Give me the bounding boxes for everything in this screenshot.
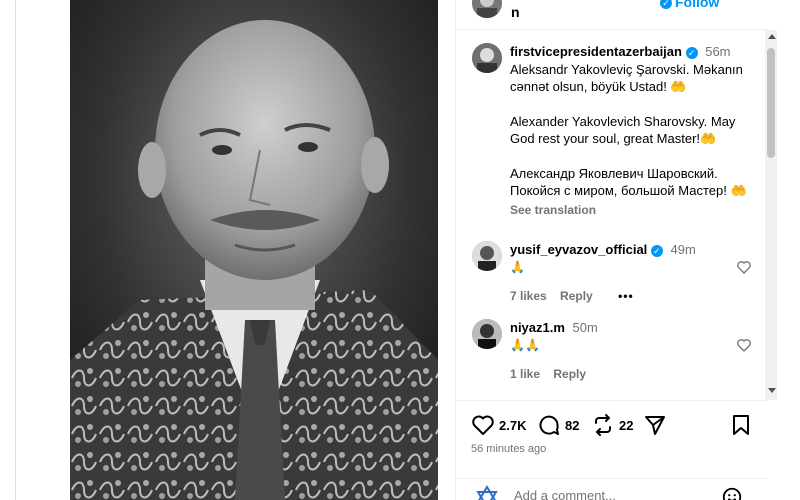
scroll-down-arrow-icon[interactable]: [768, 388, 776, 393]
commenter-avatar-icon: [476, 485, 498, 500]
comments-scrollbar[interactable]: [765, 30, 777, 400]
caption-text-ru: Александр Яковлевич Шаровский. Покойся с…: [510, 165, 747, 199]
share-send-icon[interactable]: [643, 413, 667, 437]
verified-badge-icon: ✓: [660, 0, 672, 9]
add-comment-bar: Add a comment...: [455, 478, 768, 500]
post-options-button[interactable]: •••: [731, 0, 751, 8]
comment-username[interactable]: yusif_eyvazov_official: [510, 242, 647, 257]
repost-count[interactable]: 22: [619, 418, 633, 433]
comment-time[interactable]: 50m: [573, 320, 598, 335]
like-comment-heart-icon[interactable]: [736, 337, 752, 353]
comment-bubble-icon[interactable]: [537, 413, 561, 437]
post-time-ago[interactable]: 56 minutes ago: [471, 443, 546, 455]
see-translation-link[interactable]: See translation: [510, 202, 750, 220]
comment-body: niyaz1.m 50m 🙏🙏 1 like Reply: [510, 319, 750, 384]
commenter-avatar-image: [472, 241, 502, 271]
comment-time[interactable]: 49m: [671, 242, 696, 257]
comment-likes[interactable]: 7 likes: [510, 289, 547, 303]
comment-body: yusif_eyvazov_official ✓ 49m 🙏 7 likes R…: [510, 241, 750, 306]
scroll-up-arrow-icon[interactable]: [768, 34, 776, 39]
post-header: n ✓ Follow •••: [456, 0, 769, 30]
caption-author-avatar-image: [472, 43, 502, 73]
caption-username[interactable]: firstvicepresidentazerbaijan: [510, 44, 682, 59]
post-actions-bar: 2.7K 82 22 56 minutes ago: [455, 400, 768, 465]
comments-list[interactable]: firstvicepresidentazerbaijan ✓ 56m Aleks…: [456, 31, 769, 401]
caption-time[interactable]: 56m: [705, 44, 730, 59]
portrait-image: [70, 0, 438, 500]
reply-button[interactable]: Reply: [560, 289, 593, 303]
commenter-avatar[interactable]: [472, 319, 502, 349]
reply-button[interactable]: Reply: [553, 367, 586, 381]
commenter-avatar-image: [472, 319, 502, 349]
comment-options-button[interactable]: •••: [618, 289, 634, 303]
save-bookmark-icon[interactable]: [729, 413, 753, 437]
post-photo[interactable]: [70, 0, 438, 500]
like-count[interactable]: 2.7K: [499, 418, 526, 433]
follow-button[interactable]: Follow: [675, 0, 719, 10]
scrollbar-thumb[interactable]: [767, 48, 775, 158]
verified-badge-icon: ✓: [685, 46, 698, 59]
add-comment-input[interactable]: Add a comment...: [514, 488, 616, 500]
author-avatar-image: [472, 0, 502, 18]
comment-text: 🙏: [510, 259, 525, 274]
verified-badge-icon: ✓: [650, 244, 663, 257]
comment-username[interactable]: niyaz1.m: [510, 320, 565, 335]
like-heart-icon[interactable]: [471, 413, 495, 437]
author-username-trail[interactable]: n: [511, 4, 520, 20]
emoji-picker-icon[interactable]: [721, 486, 743, 500]
page-left-margin: [0, 0, 16, 500]
caption-body: firstvicepresidentazerbaijan ✓ 56m Aleks…: [510, 43, 750, 219]
repost-icon[interactable]: [591, 413, 615, 437]
comment-count[interactable]: 82: [565, 418, 579, 433]
caption-text-en: Alexander Yakovlevich Sharovsky. May God…: [510, 113, 736, 147]
commenter-avatar[interactable]: [472, 241, 502, 271]
like-comment-heart-icon[interactable]: [736, 259, 752, 275]
caption-text-az: Aleksandr Yakovleviç Şarovski. Məkanın c…: [510, 61, 743, 95]
post-media-area: [17, 0, 454, 500]
caption-author-avatar[interactable]: [472, 43, 502, 73]
author-avatar[interactable]: [472, 0, 502, 18]
comment-text: 🙏🙏: [510, 337, 540, 352]
comment-likes[interactable]: 1 like: [510, 367, 540, 381]
